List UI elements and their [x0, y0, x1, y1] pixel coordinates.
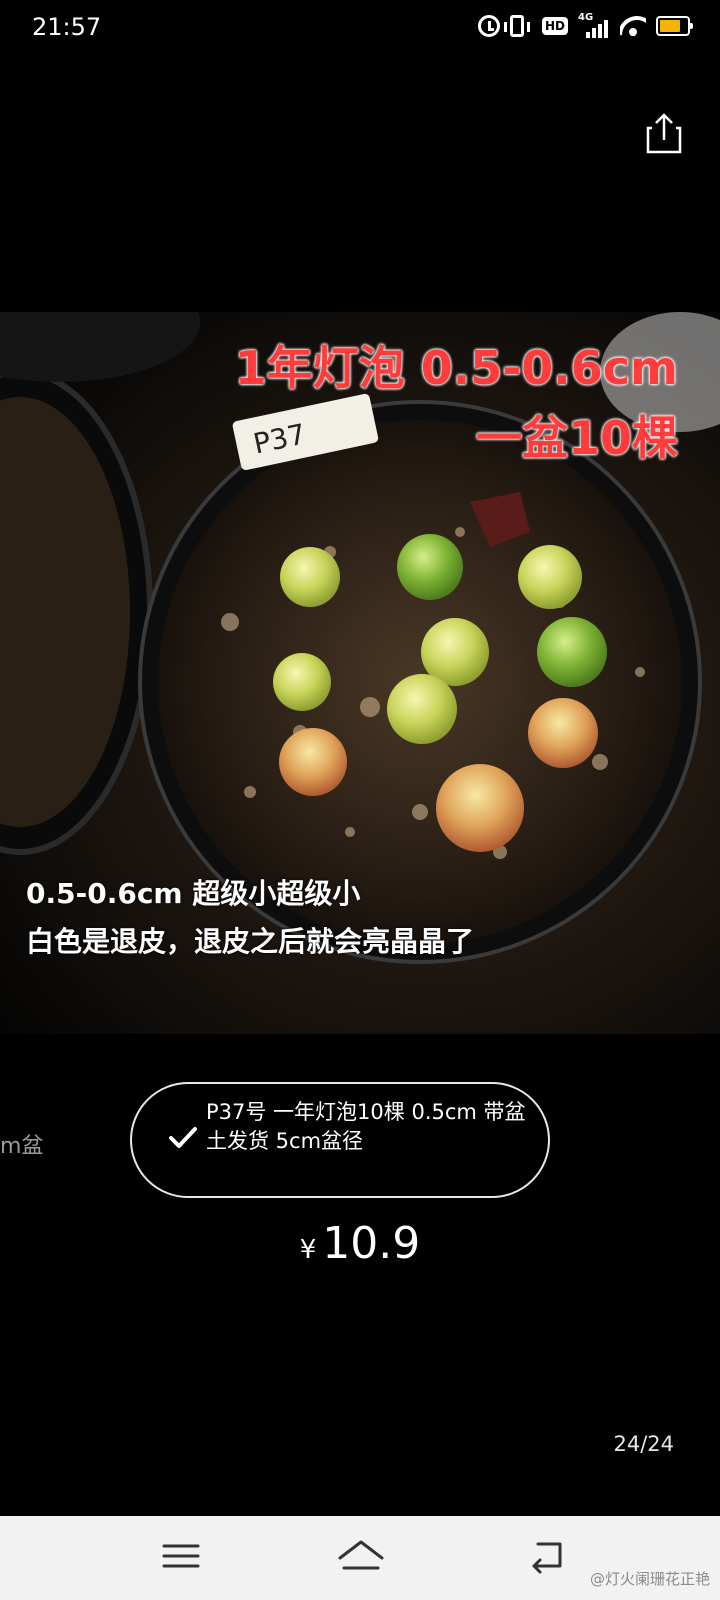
hd-badge: HD — [541, 17, 568, 35]
previous-option-partial[interactable]: m盆 — [0, 1128, 43, 1160]
product-photo[interactable]: P37 1年灯泡 0.5-0.6cm 一盆10棵 0.5-0.6cm 超级小超级… — [0, 312, 720, 1034]
image-counter: 24/24 — [613, 1432, 674, 1456]
menu-icon — [162, 1544, 200, 1568]
system-nav-bar: @灯火阑珊花正艳 — [0, 1516, 720, 1600]
price-value: 10.9 — [322, 1218, 421, 1269]
price: ¥10.9 — [0, 1218, 720, 1269]
battery-icon — [656, 16, 693, 36]
menu-button[interactable] — [156, 1536, 206, 1576]
alarm-icon — [477, 15, 500, 37]
photo-caption-size: 0.5-0.6cm 超级小超级小 — [26, 877, 361, 910]
back-button[interactable] — [524, 1536, 574, 1576]
home-button[interactable] — [336, 1536, 386, 1576]
signal-icon: 4G — [578, 12, 610, 38]
photo-caption-count: 一盆10棵 — [475, 411, 678, 465]
wifi-icon — [620, 16, 646, 36]
status-icons: HD 4G — [477, 12, 693, 38]
currency-symbol: ¥ — [299, 1235, 317, 1265]
status-bar: 21:57 HD 4G — [0, 0, 720, 56]
share-button[interactable] — [646, 112, 682, 154]
back-icon — [532, 1542, 562, 1574]
share-icon — [646, 113, 682, 154]
photo-caption-note: 白色是退皮，退皮之后就会亮晶晶了 — [26, 925, 475, 958]
photo-caption-title: 1年灯泡 0.5-0.6cm — [234, 341, 678, 395]
selected-option[interactable]: P37号 一年灯泡10棵 0.5cm 带盆土发货 5cm盆径 — [130, 1082, 550, 1198]
status-time: 21:57 — [32, 13, 102, 41]
check-icon — [169, 1127, 197, 1148]
vibrate-icon — [503, 15, 530, 37]
watermark: @灯火阑珊花正艳 — [589, 1570, 710, 1588]
home-icon — [338, 1540, 384, 1570]
selected-option-label: P37号 一年灯泡10棵 0.5cm 带盆土发货 5cm盆径 — [206, 1100, 526, 1153]
